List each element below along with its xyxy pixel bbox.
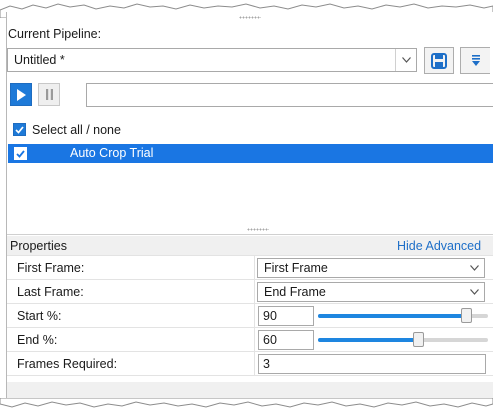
first-frame-value: First Frame — [264, 261, 328, 275]
splitter-grip[interactable] — [247, 228, 269, 231]
chevron-down-icon[interactable] — [464, 283, 484, 301]
select-all-label[interactable]: Select all / none — [32, 123, 121, 137]
end-percent-slider[interactable] — [318, 330, 488, 350]
hide-advanced-link[interactable]: Hide Advanced — [397, 239, 481, 253]
end-percent-value: 60 — [263, 333, 277, 347]
step-checkbox[interactable] — [14, 147, 27, 160]
save-icon — [431, 52, 447, 69]
start-percent-input[interactable]: 90 — [258, 306, 314, 326]
save-pipeline-button[interactable] — [424, 47, 454, 74]
last-frame-value: End Frame — [264, 285, 326, 299]
divider — [7, 351, 493, 352]
chevron-down-icon[interactable] — [464, 259, 484, 277]
start-percent-value: 90 — [263, 309, 277, 323]
chevron-down-icon[interactable] — [395, 49, 416, 71]
divider — [7, 303, 493, 304]
list-item[interactable]: Auto Crop Trial — [8, 144, 493, 163]
torn-bottom-edge — [0, 398, 493, 408]
divider — [7, 279, 493, 280]
slider-fill — [318, 314, 467, 318]
menu-icon — [471, 54, 480, 66]
pipeline-panel: Current Pipeline: Untitled * Select all … — [6, 12, 493, 404]
checkmark-icon — [16, 149, 25, 158]
first-frame-label: First Frame: — [17, 261, 85, 275]
pipeline-name-combobox[interactable]: Untitled * — [7, 48, 417, 72]
checkmark-icon — [15, 125, 24, 134]
play-button[interactable] — [10, 83, 32, 106]
frames-required-label: Frames Required: — [17, 357, 118, 371]
pause-button[interactable] — [38, 83, 60, 106]
divider — [7, 375, 493, 376]
slider-thumb[interactable] — [461, 308, 473, 323]
last-frame-select[interactable]: End Frame — [257, 282, 485, 302]
play-icon — [17, 88, 26, 101]
column-divider — [254, 255, 255, 375]
divider — [7, 327, 493, 328]
frames-required-value: 3 — [263, 357, 270, 371]
pipeline-menu-button[interactable] — [460, 47, 490, 74]
slider-thumb[interactable] — [413, 332, 425, 347]
slider-fill — [318, 338, 419, 342]
first-frame-select[interactable]: First Frame — [257, 258, 485, 278]
start-percent-label: Start %: — [17, 309, 62, 323]
properties-title: Properties — [10, 239, 67, 253]
frames-required-input[interactable]: 3 — [258, 354, 486, 374]
splitter-line — [7, 234, 493, 235]
run-status-field[interactable] — [86, 83, 493, 107]
pipeline-name-value: Untitled * — [14, 53, 65, 67]
panel-resize-grip[interactable] — [239, 16, 261, 19]
pause-icon — [45, 89, 53, 100]
select-all-checkbox[interactable] — [13, 123, 26, 136]
end-percent-input[interactable]: 60 — [258, 330, 314, 350]
step-label: Auto Crop Trial — [70, 146, 154, 160]
end-percent-label: End %: — [17, 333, 58, 347]
start-percent-slider[interactable] — [318, 306, 488, 326]
last-frame-label: Last Frame: — [17, 285, 84, 299]
current-pipeline-label: Current Pipeline: — [8, 27, 102, 41]
divider — [7, 255, 493, 256]
